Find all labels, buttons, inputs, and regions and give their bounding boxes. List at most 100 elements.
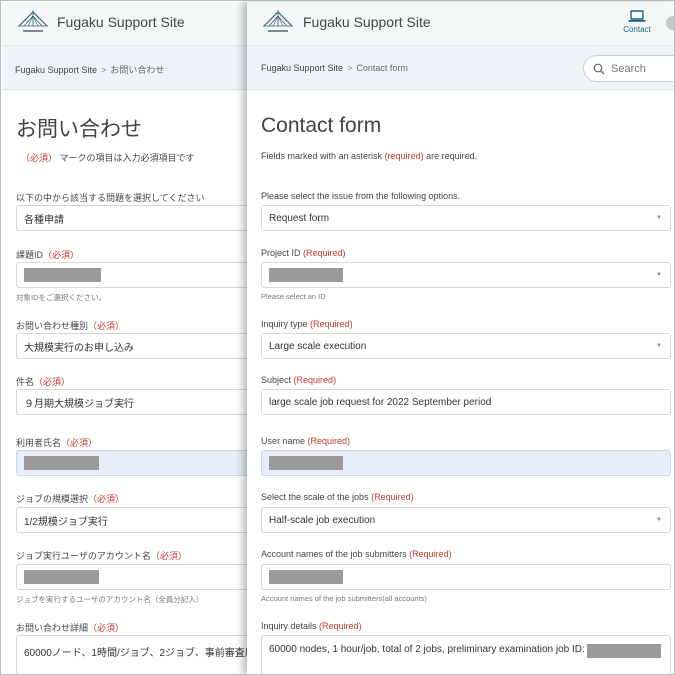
inquiry-type-label: お問い合わせ種別（必須） (16, 319, 124, 332)
avatar[interactable] (666, 16, 674, 30)
breadcrumb-current: Contact form (356, 63, 408, 73)
breadcrumb-bar: Fugaku Support Site > お問い合わせ (2, 46, 252, 90)
user-name-label: User name (Required) (261, 436, 350, 446)
laptop-icon (628, 10, 646, 22)
issue-select[interactable]: Request form ▼ (261, 205, 671, 231)
subject-value: large scale job request for 2022 Septemb… (269, 396, 492, 408)
fugaku-logo[interactable] (16, 7, 50, 37)
screenshot-frame: Fugaku Support Site Fugaku Support Site >… (0, 0, 675, 675)
issue-select-value: 各種申請 (24, 214, 64, 226)
subject-label: 件名（必須） (16, 375, 70, 388)
select-caret-icon: ▼ (656, 215, 662, 221)
redacted-value (24, 570, 99, 584)
required-mark: （必須） (150, 551, 187, 561)
subject-input[interactable]: large scale job request for 2022 Septemb… (261, 389, 671, 415)
breadcrumb-separator: > (101, 65, 107, 75)
breadcrumb-home[interactable]: Fugaku Support Site (15, 65, 97, 75)
user-name-label-text: 利用者氏名 (16, 438, 62, 448)
inquiry-type-label: Inquiry type (Required) (261, 319, 353, 329)
page-title: お問い合わせ (16, 118, 142, 141)
account-input[interactable] (16, 564, 252, 590)
subject-label: Subject (Required) (261, 375, 336, 385)
job-scale-value: Half-scale job execution (269, 514, 376, 526)
required-mark: （必須） (88, 623, 125, 633)
fugaku-logo[interactable] (261, 7, 295, 37)
details-label-text: お問い合わせ詳細 (16, 623, 89, 633)
required-notice: Fields marked with an asterisk (required… (261, 151, 477, 161)
required-notice: （必須） マークの項目は入力必須項目です (21, 151, 195, 164)
required-mark: (Required) (409, 549, 452, 559)
issue-label: Please select the issue from the followi… (261, 191, 461, 201)
breadcrumb: Fugaku Support Site > お問い合わせ (15, 63, 164, 76)
breadcrumb-bar: Fugaku Support Site > Contact form Search (247, 46, 674, 90)
redacted-value (586, 644, 661, 658)
job-scale-value: 1/2規模ジョブ実行 (24, 516, 108, 528)
account-input[interactable] (261, 564, 671, 590)
project-id-select[interactable] (16, 262, 252, 288)
details-value: 60000ノード、1時間/ジョブ、2ジョブ、事前審査用 (24, 648, 252, 659)
required-notice-text: Fields marked with an asterisk (261, 151, 383, 161)
project-id-label-text: Project ID (261, 248, 301, 258)
english-form-panel: Fugaku Support Site Contact Fugaku Suppo… (247, 2, 674, 674)
select-caret-icon: ▼ (656, 517, 662, 523)
job-scale-select[interactable]: 1/2規模ジョブ実行 (16, 507, 252, 533)
breadcrumb-home[interactable]: Fugaku Support Site (261, 63, 343, 73)
account-label: ジョブ実行ユーザのアカウント名（必須） (16, 549, 187, 562)
inquiry-type-value: 大規模実行のお申し込み (24, 342, 134, 354)
job-scale-label-text: Select the scale of the jobs (261, 492, 369, 502)
required-mark: (Required) (303, 248, 346, 258)
project-id-help: 対象IDをご選択ください。 (16, 293, 106, 302)
issue-select-value: Request form (269, 212, 330, 224)
inquiry-type-select[interactable]: Large scale execution ▼ (261, 333, 671, 359)
inquiry-type-label-text: Inquiry type (261, 319, 308, 329)
subject-input[interactable]: ９月期大規模ジョブ実行 (16, 389, 252, 415)
contact-label: Contact (623, 25, 651, 34)
project-id-select[interactable]: ▼ (261, 262, 671, 288)
job-scale-select[interactable]: Half-scale job execution ▼ (261, 507, 671, 533)
site-title[interactable]: Fugaku Support Site (57, 14, 185, 30)
required-mark: (Required) (310, 319, 353, 329)
required-notice-text: マークの項目は入力必須項目です (59, 153, 195, 163)
inquiry-type-select[interactable]: 大規模実行のお申し込み (16, 333, 252, 359)
required-mark: (required) (384, 151, 424, 161)
issue-select[interactable]: 各種申請 (16, 205, 252, 231)
breadcrumb-current: お問い合わせ (110, 65, 165, 75)
site-header: Fugaku Support Site Contact (247, 2, 674, 46)
inquiry-type-value: Large scale execution (269, 340, 367, 352)
required-mark: (Required) (307, 436, 351, 446)
details-value: 60000 nodes, 1 hour/job, total of 2 jobs… (269, 644, 585, 655)
redacted-value (269, 268, 343, 282)
project-id-label-text: 課題ID (16, 250, 44, 260)
search-input[interactable]: Search (583, 55, 674, 82)
details-label: Inquiry details (Required) (261, 621, 362, 631)
user-name-input[interactable] (16, 450, 252, 476)
job-scale-label: ジョブの規模選択（必須） (16, 492, 124, 505)
breadcrumb-separator: > (347, 63, 353, 73)
account-label: Account names of the job submitters (Req… (261, 549, 452, 559)
required-mark: （必須） (88, 321, 125, 331)
project-id-label: Project ID (Required) (261, 248, 346, 258)
required-mark: (Required) (319, 621, 362, 631)
search-icon (593, 63, 605, 74)
job-scale-label-text: ジョブの規模選択 (16, 494, 89, 504)
account-help: ジョブを実行するユーザのアカウント名（全員分記入） (16, 595, 204, 604)
subject-label-text: Subject (261, 375, 292, 385)
site-title[interactable]: Fugaku Support Site (303, 14, 431, 30)
required-mark: （必須） (21, 153, 58, 163)
details-textarea[interactable]: 60000ノード、1時間/ジョブ、2ジョブ、事前審査用 (16, 635, 252, 674)
account-label-text: ジョブ実行ユーザのアカウント名 (16, 551, 151, 561)
inquiry-type-label-text: お問い合わせ種別 (16, 321, 89, 331)
redacted-value (24, 268, 101, 282)
search-placeholder: Search (611, 62, 646, 75)
subject-value: ９月期大規模ジョブ実行 (24, 398, 134, 410)
required-mark: (Required) (371, 492, 414, 502)
user-name-input[interactable] (261, 450, 671, 476)
required-mark: (Required) (293, 375, 337, 385)
details-textarea[interactable]: 60000 nodes, 1 hour/job, total of 2 jobs… (261, 635, 671, 674)
redacted-value (269, 570, 343, 584)
project-id-label: 課題ID（必須） (16, 248, 79, 261)
details-label-text: Inquiry details (261, 621, 317, 631)
issue-label: 以下の中から該当する問題を選択してください (16, 193, 205, 203)
contact-link[interactable]: Contact (619, 10, 655, 34)
user-name-label-text: User name (261, 436, 306, 446)
